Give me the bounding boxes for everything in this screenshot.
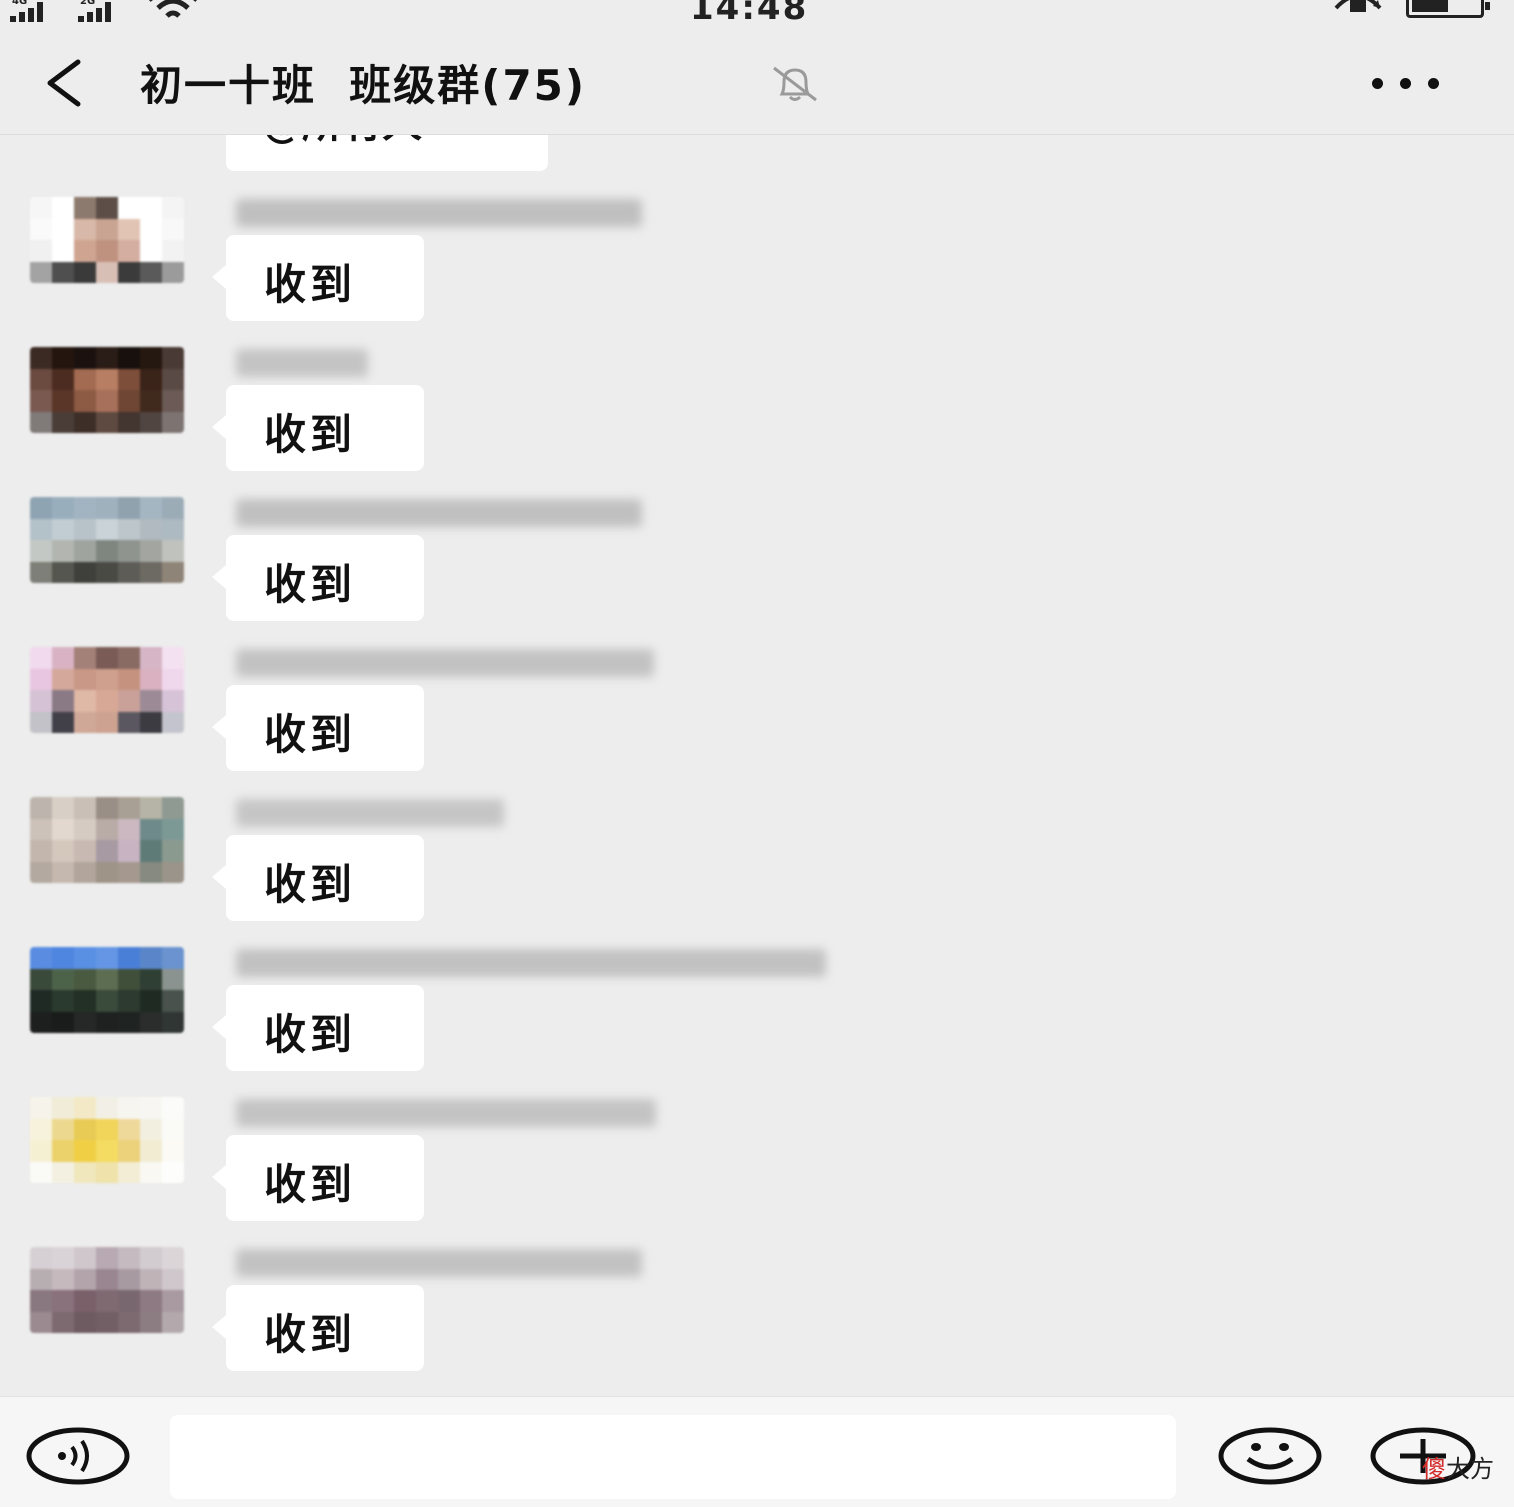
message-text: 收到	[264, 1160, 357, 1209]
emoji-button[interactable]	[1218, 1427, 1322, 1485]
message-text: 收到	[264, 410, 357, 459]
message-row: 收到	[0, 187, 1514, 337]
message-bubble[interactable]: 收到	[212, 1135, 424, 1221]
message-text: 收到	[264, 860, 357, 909]
watermark-chars: 大方	[1446, 1455, 1494, 1483]
avatar[interactable]	[30, 1097, 184, 1183]
avatar[interactable]	[30, 197, 184, 283]
message-bubble[interactable]: 收到	[212, 835, 424, 921]
message-bubble[interactable]: 收到	[212, 685, 424, 771]
message-row: 收到	[0, 337, 1514, 487]
signal-strength-icon-1	[10, 0, 43, 22]
avatar[interactable]	[30, 947, 184, 1033]
sender-name-blurred	[236, 949, 826, 977]
sender-name-blurred	[236, 799, 504, 827]
status-bar: 4G 2G 14:48	[0, 0, 1514, 28]
watermark: 傻大方	[1422, 1449, 1494, 1484]
sender-name-blurred	[236, 1249, 642, 1277]
avatar[interactable]	[30, 647, 184, 733]
rotation-lock-icon	[1334, 0, 1382, 12]
avatar[interactable]	[30, 347, 184, 433]
message-bubble[interactable]: 收到	[212, 985, 424, 1071]
truncated-message-text: @所有人	[262, 135, 422, 149]
sender-name-blurred	[236, 649, 654, 677]
more-options-button[interactable]	[1366, 70, 1446, 98]
message-bubble[interactable]: 收到	[212, 385, 424, 471]
message-text: 收到	[264, 560, 357, 609]
input-bar: 傻大方	[0, 1396, 1514, 1507]
truncated-message-bubble[interactable]: @所有人	[226, 135, 548, 171]
message-text: 收到	[264, 1310, 357, 1359]
message-bubble[interactable]: 收到	[212, 235, 424, 321]
message-list[interactable]: @所有人 收到收到收到收到收到收到收到收到	[0, 135, 1514, 1395]
message-row: 收到	[0, 787, 1514, 937]
avatar[interactable]	[30, 1247, 184, 1333]
bell-muted-icon	[773, 66, 817, 102]
sender-name-blurred	[236, 199, 642, 227]
avatar[interactable]	[30, 497, 184, 583]
message-bubble[interactable]: 收到	[212, 535, 424, 621]
message-text: 收到	[264, 1010, 357, 1059]
signal-strength-icon-2	[78, 0, 111, 22]
back-button[interactable]	[40, 56, 84, 110]
chat-header: 初一十班 班级群(75)	[0, 24, 1514, 135]
message-bubble[interactable]: 收到	[212, 1285, 424, 1371]
message-row: 收到	[0, 1237, 1514, 1387]
voice-button[interactable]	[26, 1427, 130, 1485]
message-input[interactable]	[170, 1415, 1176, 1499]
sender-name-blurred	[236, 349, 368, 377]
message-row: 收到	[0, 937, 1514, 1087]
sender-name-blurred	[236, 499, 642, 527]
watermark-char-red: 傻	[1422, 1455, 1446, 1483]
battery-icon	[1406, 0, 1490, 18]
avatar[interactable]	[30, 797, 184, 883]
message-row: 收到	[0, 637, 1514, 787]
sender-name-blurred	[236, 1099, 656, 1127]
message-row: 收到	[0, 1087, 1514, 1237]
wifi-icon	[149, 0, 197, 18]
message-text: 收到	[264, 710, 357, 759]
message-text: 收到	[264, 260, 357, 309]
message-row: 收到	[0, 487, 1514, 637]
chat-title: 初一十班 班级群(75)	[140, 61, 587, 110]
